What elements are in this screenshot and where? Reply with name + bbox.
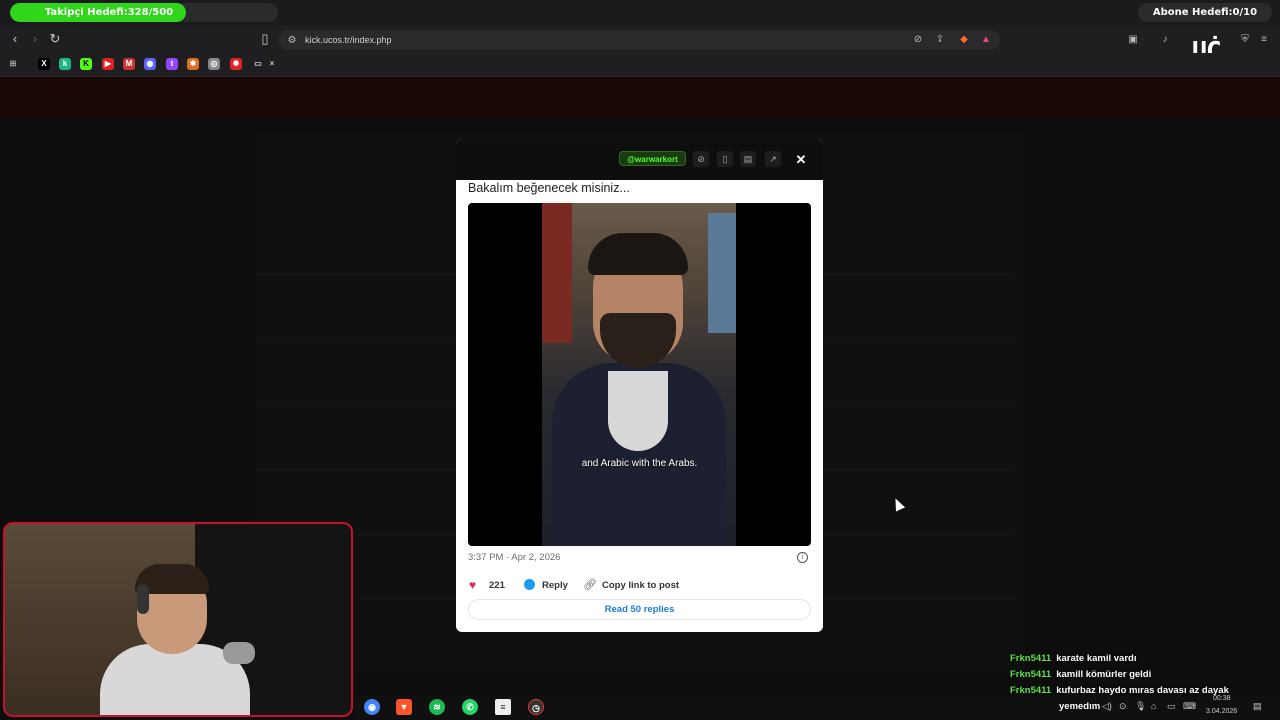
chat-username: Frkn5411 — [1010, 653, 1052, 664]
open-external-icon[interactable]: ↗ — [765, 151, 781, 167]
notepad-icon[interactable]: ≡ — [495, 699, 511, 715]
block-icon[interactable]: ⊘ — [693, 151, 709, 167]
close-folder-icon[interactable]: × — [266, 58, 278, 70]
reply-button[interactable]: Reply — [542, 580, 568, 591]
site-settings-icon[interactable]: ⚙ — [286, 35, 298, 47]
chat-text: karate kamil vardı — [1056, 653, 1137, 664]
mic-icon[interactable]: 🎙︎ — [1135, 701, 1146, 712]
heart-icon[interactable]: ♥ — [469, 579, 476, 591]
subscriber-goal-label: Abone Hedefi:0/10 — [1138, 3, 1272, 22]
chat-username: Frkn5411 — [1010, 685, 1052, 696]
bookmark-page-icon[interactable]: ▯ — [258, 32, 272, 46]
tweet-timestamp[interactable]: 3:37 PM · Apr 2, 2026 — [468, 552, 560, 563]
music-icon[interactable]: ♪ — [1159, 34, 1171, 46]
author-handle-badge[interactable]: @warwarkort — [619, 151, 686, 166]
discord-icon[interactable]: ◉ — [144, 58, 156, 70]
store-shelf — [708, 213, 736, 333]
brave-rewards-icon[interactable]: ▲ — [980, 34, 992, 46]
camera-tray-icon[interactable]: ⊙ — [1119, 701, 1127, 712]
follower-goal-label: Takipçi Hedefi:328/500 — [44, 7, 174, 18]
close-icon[interactable]: ✕ — [792, 151, 810, 169]
volume-icon[interactable]: ◁) — [1102, 701, 1112, 712]
screen-icon[interactable]: ▭ — [1167, 701, 1176, 712]
youtube-icon[interactable]: ▶ — [102, 58, 114, 70]
read-replies-button[interactable]: Read 50 replies — [468, 599, 811, 620]
clock-date[interactable]: 3.04.2026 — [1206, 708, 1237, 715]
trash-icon[interactable]: ▤ — [740, 151, 756, 167]
brave-icon[interactable]: ▼ — [396, 699, 412, 715]
whatsapp-icon[interactable]: ✆ — [462, 699, 478, 715]
circle-icon[interactable]: ◎ — [208, 58, 220, 70]
gmail-icon[interactable]: M — [123, 58, 135, 70]
menu-icon[interactable]: ≡ — [1258, 34, 1270, 46]
network-icon[interactable]: ⌂ — [1151, 701, 1156, 711]
k-icon[interactable]: k — [59, 58, 71, 70]
shield-icon[interactable]: ⛨ — [1239, 34, 1251, 46]
info-icon[interactable]: i — [797, 552, 808, 563]
link-icon[interactable]: 🔗︎ — [583, 578, 597, 591]
webcam-overlay — [3, 522, 353, 717]
chat-username: Frkn5411 — [1010, 669, 1052, 680]
like-count[interactable]: 221 — [489, 580, 505, 591]
clock-time[interactable]: 00:38 — [1213, 695, 1231, 702]
chat-text: kufurbaz haydo mıras davası az dayak — [1056, 685, 1229, 696]
tweet-text: Bakalım beğenecek misiniz... — [468, 181, 630, 195]
brave-shield-icon[interactable]: ◆ — [958, 34, 970, 46]
chat-message: Frkn5411 karate kamil vardı — [1010, 653, 1136, 665]
reload-icon[interactable]: ↻ — [48, 32, 62, 46]
apps-grid-icon[interactable]: ⊞ — [7, 58, 19, 70]
chat-text: kamill kömürler geldi — [1056, 669, 1152, 680]
video-subtitle: and Arabic with the Arabs. — [581, 458, 698, 469]
tweet-modal: @warwarkort ⊘ ▯ ▤ ↗ ✕ Bakalım beğenecek … — [456, 139, 823, 632]
share-icon[interactable]: ⇪ — [934, 34, 946, 46]
follower-goal-bar: Takipçi Hedefi:328/500 — [10, 3, 278, 22]
chrome-icon[interactable]: ◉ — [364, 699, 380, 715]
kick-icon[interactable]: K — [80, 58, 92, 70]
cog-icon[interactable]: ✱ — [187, 58, 199, 70]
notification-icon[interactable]: ▤ — [1253, 701, 1262, 712]
forward-icon[interactable]: › — [28, 32, 42, 46]
star-icon[interactable]: ✹ — [230, 58, 242, 70]
url-text[interactable]: kick.ucos.tr/index.php — [305, 34, 392, 46]
store-shelf — [542, 203, 572, 343]
person-shirt — [608, 371, 668, 451]
tweet-video[interactable]: and Arabic with the Arabs. — [468, 203, 811, 546]
reply-icon[interactable] — [524, 579, 535, 590]
bookmark-icon[interactable]: ▯ — [717, 151, 733, 167]
spotify-icon[interactable]: ≋ — [429, 699, 445, 715]
folder-icon[interactable]: ▭ — [252, 58, 264, 70]
microphone — [223, 642, 255, 664]
tray-text: yemedım — [1059, 701, 1101, 712]
sidebar-icon[interactable]: ▣ — [1127, 34, 1139, 46]
person-hair — [588, 233, 688, 275]
x-icon[interactable]: X — [38, 58, 50, 70]
camera-off-icon[interactable]: ⊘ — [912, 34, 924, 46]
chat-message: Frkn5411 kamill kömürler geldi — [1010, 669, 1151, 681]
keyboard-icon[interactable]: ⌨ — [1183, 701, 1196, 712]
headphones — [137, 584, 149, 614]
twitch-icon[interactable]: t — [166, 58, 178, 70]
site-header-dimmed — [0, 77, 1280, 117]
copy-link-button[interactable]: Copy link to post — [602, 580, 679, 591]
back-icon[interactable]: ‹ — [8, 32, 22, 46]
clock-app-icon[interactable]: ◷ — [528, 699, 544, 715]
